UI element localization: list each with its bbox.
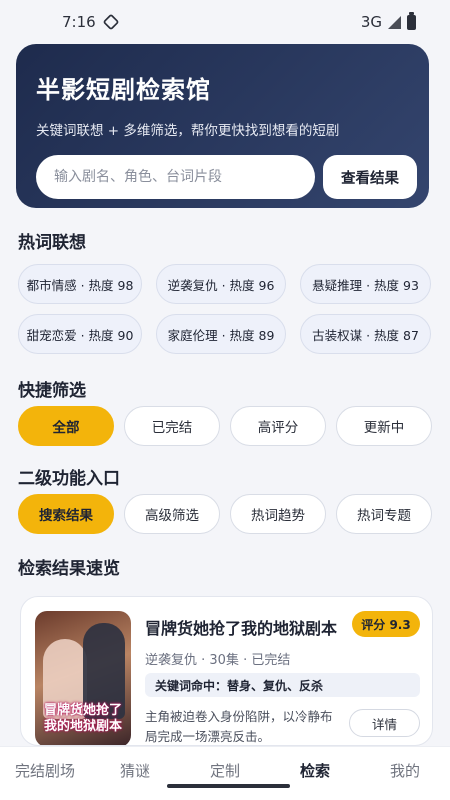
hot-word-chip[interactable]: 古装权谋 · 热度 87	[300, 314, 431, 354]
status-left: 7:16	[62, 13, 120, 31]
battery-icon	[407, 11, 416, 30]
secondary-row: 搜索结果 高级筛选 热词趋势 热词专题	[18, 494, 432, 534]
nav-search[interactable]: 检索	[270, 760, 360, 787]
secondary-title: 二级功能入口	[18, 469, 120, 489]
nav-custom[interactable]: 定制	[180, 760, 270, 787]
drama-meta: 逆袭复仇 · 30集 · 已完结	[145, 653, 291, 668]
hot-words-grid: 都市情感 · 热度 98 逆袭复仇 · 热度 96 悬疑推理 · 热度 93 甜…	[18, 264, 431, 354]
keyword-hit: 关键词命中：替身、复仇、反杀	[145, 673, 420, 697]
score-badge: 评分 9.3	[352, 611, 420, 637]
results-title: 检索结果速览	[18, 559, 120, 579]
network-type: 3G	[360, 13, 382, 31]
filter-high-rating[interactable]: 高评分	[230, 406, 326, 446]
drama-poster[interactable]: 冒牌货她抢了我的地狱剧本	[35, 611, 131, 745]
nav-mine[interactable]: 我的	[360, 760, 450, 787]
nav-completed-theater[interactable]: 完结剧场	[0, 760, 90, 787]
vpn-icon	[102, 13, 120, 31]
hot-word-chip[interactable]: 逆袭复仇 · 热度 96	[156, 264, 286, 304]
detail-button[interactable]: 详情	[349, 709, 420, 737]
hot-word-chip[interactable]: 家庭伦理 · 热度 89	[156, 314, 286, 354]
hero-banner: 半影短剧检索馆 关键词联想 + 多维筛选，帮你更快找到想看的短剧 查看结果	[16, 44, 429, 208]
hot-word-chip[interactable]: 甜宠恋爱 · 热度 90	[18, 314, 142, 354]
entry-hot-topics[interactable]: 热词专题	[336, 494, 432, 534]
quick-filter-title: 快捷筛选	[18, 381, 86, 401]
signal-icon	[388, 15, 401, 29]
search-row: 查看结果	[36, 155, 417, 199]
home-indicator[interactable]	[167, 784, 290, 788]
status-right: 3G	[360, 11, 416, 31]
poster-title-art: 冒牌货她抢了我的地狱剧本	[43, 703, 122, 734]
filter-all[interactable]: 全部	[18, 406, 114, 446]
hot-word-chip[interactable]: 都市情感 · 热度 98	[18, 264, 142, 304]
page-subtitle: 关键词联想 + 多维筛选，帮你更快找到想看的短剧	[36, 123, 340, 139]
quick-filter-row: 全部 已完结 高评分 更新中	[18, 406, 432, 446]
status-bar: 7:16 3G	[0, 0, 450, 44]
status-time: 7:16	[62, 13, 96, 31]
filter-updating[interactable]: 更新中	[336, 406, 432, 446]
entry-advanced-filter[interactable]: 高级筛选	[124, 494, 220, 534]
drama-description: 主角被迫卷入身份陷阱，以冷静布局完成一场漂亮反击。	[145, 709, 333, 744]
hot-word-chip[interactable]: 悬疑推理 · 热度 93	[300, 264, 431, 304]
entry-hot-trends[interactable]: 热词趋势	[230, 494, 326, 534]
hot-words-title: 热词联想	[18, 233, 86, 253]
result-card[interactable]: 冒牌货她抢了我的地狱剧本 冒牌货她抢了我的地狱剧本 评分 9.3 逆袭复仇 · …	[20, 596, 433, 746]
page-title: 半影短剧检索馆	[36, 76, 211, 104]
drama-title[interactable]: 冒牌货她抢了我的地狱剧本	[145, 615, 345, 639]
entry-search-results[interactable]: 搜索结果	[18, 494, 114, 534]
view-results-button[interactable]: 查看结果	[323, 155, 417, 199]
filter-completed[interactable]: 已完结	[124, 406, 220, 446]
search-input[interactable]	[36, 155, 315, 199]
nav-riddle[interactable]: 猜谜	[90, 760, 180, 787]
bottom-nav: 完结剧场 猜谜 定制 检索 我的	[0, 746, 450, 800]
